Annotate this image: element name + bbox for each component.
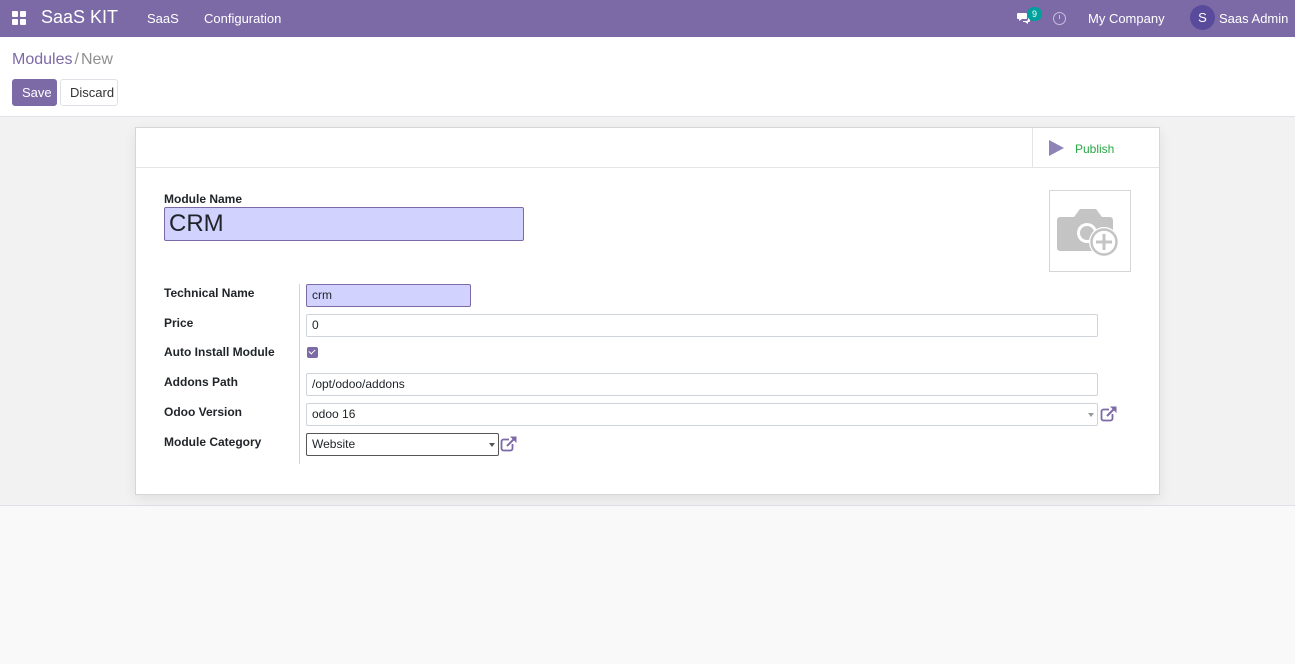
avatar[interactable]: S <box>1190 5 1215 30</box>
control-panel: Modules / New Save Discard <box>0 37 1295 117</box>
module-category-select[interactable]: Website <box>306 433 499 456</box>
top-navbar: SaaS KIT SaaS Configuration 9 My Company… <box>0 0 1295 37</box>
breadcrumb-modules[interactable]: Modules <box>12 51 72 68</box>
menu-configuration[interactable]: Configuration <box>204 11 281 26</box>
breadcrumb-current: New <box>80 51 113 68</box>
publish-label: Publish <box>1075 142 1115 156</box>
addons-path-input[interactable]: /opt/odoo/addons <box>306 373 1098 396</box>
breadcrumb-separator: / <box>74 51 79 68</box>
technical-name-input[interactable]: crm <box>306 284 471 307</box>
apps-grid-icon[interactable] <box>12 11 26 25</box>
module-name-input[interactable]: CRM <box>164 207 524 241</box>
price-input[interactable]: 0 <box>306 314 1098 337</box>
module-category-caret[interactable] <box>489 443 495 447</box>
auto-install-checkbox[interactable] <box>307 347 318 358</box>
app-brand[interactable]: SaaS KIT <box>41 7 118 28</box>
module-image-upload[interactable] <box>1049 190 1131 272</box>
addons-path-label: Addons Path <box>164 375 238 389</box>
odoo-version-label: Odoo Version <box>164 405 243 419</box>
breadcrumb: Modules / New <box>12 51 113 69</box>
external-link-icon[interactable] <box>1100 405 1118 423</box>
odoo-version-select[interactable]: odoo 16 <box>306 403 1098 426</box>
auto-install-label: Auto Install Module <box>164 345 275 359</box>
play-icon <box>1049 140 1064 156</box>
technical-name-label: Technical Name <box>164 286 255 300</box>
user-menu[interactable]: Saas Admin <box>1219 11 1288 26</box>
messages-badge: 9 <box>1027 7 1042 21</box>
module-name-label: Module Name <box>164 192 243 206</box>
module-category-label: Module Category <box>164 435 262 449</box>
form-sheet: Publish Module Name CRM Technical Name c… <box>135 127 1160 495</box>
field-separator <box>299 284 300 464</box>
button-box: Publish <box>136 128 1159 168</box>
camera-plus-icon <box>1057 209 1119 257</box>
external-link-icon[interactable] <box>500 435 518 453</box>
company-switcher[interactable]: My Company <box>1088 11 1165 26</box>
menu-saas[interactable]: SaaS <box>147 11 179 26</box>
price-label: Price <box>164 316 194 330</box>
save-button[interactable]: Save <box>12 79 57 106</box>
clock-icon[interactable] <box>1053 12 1066 25</box>
discard-button[interactable]: Discard <box>60 79 118 106</box>
publish-button[interactable]: Publish <box>1032 128 1160 168</box>
odoo-version-caret[interactable] <box>1088 413 1094 417</box>
